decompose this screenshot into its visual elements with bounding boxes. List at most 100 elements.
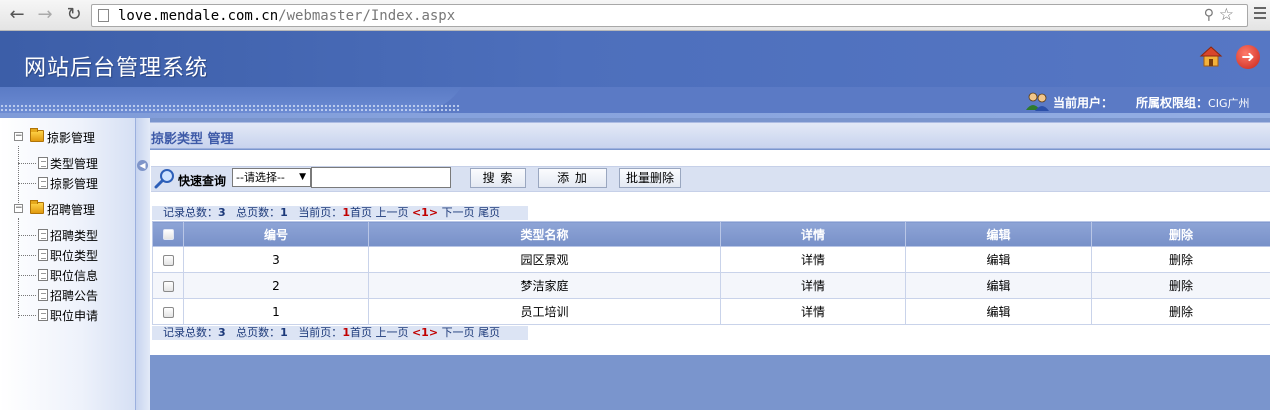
document-icon	[38, 289, 48, 301]
tree-line	[18, 218, 19, 318]
page-icon	[98, 9, 109, 22]
logout-icon[interactable]: ➜	[1236, 45, 1260, 69]
cell-id: 3	[183, 246, 369, 273]
pager-current: 1	[342, 326, 350, 339]
row-select-cell	[152, 298, 184, 325]
cell-name: 梦洁家庭	[368, 272, 721, 299]
sidebar-item-label: 类型管理	[50, 157, 99, 171]
url-path: /webmaster/Index.aspx	[278, 8, 456, 24]
pager-pages-label: 总页数：	[236, 326, 281, 339]
pager-page-link[interactable]: <1>	[412, 206, 438, 219]
sidebar-item-label: 掠影管理	[50, 177, 99, 191]
pager-pages-label: 总页数：	[236, 206, 281, 219]
row-checkbox[interactable]	[162, 254, 174, 266]
cell-name: 园区景观	[368, 246, 721, 273]
detail-link[interactable]: 详情	[720, 272, 906, 299]
cell-name: 员工培训	[368, 298, 721, 325]
detail-link[interactable]: 详情	[720, 246, 906, 273]
sidebar-item-label: 职位申请	[50, 309, 99, 323]
pager-next-link[interactable]: 下一页	[442, 206, 475, 219]
pager-current-label: 当前页：	[298, 206, 343, 219]
pager-pages: 1	[280, 206, 288, 219]
delete-link[interactable]: 删除	[1091, 298, 1270, 325]
home-icon[interactable]	[1199, 45, 1223, 69]
sidebar-item-label: 招聘公告	[50, 289, 99, 303]
key-icon[interactable]: ⚲	[1204, 7, 1214, 23]
row-select-cell	[152, 246, 184, 273]
table-header-row: 编号 类型名称 详情 编辑 删除	[152, 221, 1270, 247]
pager-prev-link[interactable]: 上一页	[375, 206, 408, 219]
quick-search-label: 快速查询	[178, 174, 227, 188]
column-header-detail: 详情	[720, 221, 906, 247]
pager-prev-link[interactable]: 上一页	[375, 326, 408, 339]
document-icon	[38, 177, 48, 189]
pager-first-link[interactable]: 首页	[350, 206, 372, 219]
magnifier-icon	[154, 169, 174, 189]
document-icon	[38, 157, 48, 169]
row-select-cell	[152, 272, 184, 299]
folder-icon	[30, 200, 44, 214]
table-row: 3 园区景观 详情 编辑 删除	[152, 246, 1270, 273]
pager-top: 记录总数：3 总页数：1 当前页：1首页 上一页 <1> 下一页 尾页	[152, 206, 528, 220]
sidebar-group-label: 掠影管理	[47, 131, 96, 145]
add-button[interactable]: 添 加	[538, 168, 607, 188]
url-text: love.mendale.com.cn/webmaster/Index.aspx	[118, 8, 455, 24]
column-header-id[interactable]: 编号	[183, 221, 369, 247]
sidebar-item-label: 职位类型	[50, 249, 99, 263]
permission-group-label: 所属权限组：	[1136, 96, 1209, 110]
table-row: 1 员工培训 详情 编辑 删除	[152, 298, 1270, 325]
url-host: love.mendale.com.cn	[118, 8, 279, 24]
sidebar-group-label: 招聘管理	[47, 203, 96, 217]
edit-link[interactable]: 编辑	[905, 272, 1092, 299]
pager-current-label: 当前页：	[298, 326, 343, 339]
menu-icon[interactable]	[1254, 7, 1266, 22]
delete-link[interactable]: 删除	[1091, 272, 1270, 299]
pager-first-link[interactable]: 首页	[350, 326, 372, 339]
edit-link[interactable]: 编辑	[905, 246, 1092, 273]
select-all-cell	[152, 221, 184, 247]
pager-total-label: 记录总数：	[163, 206, 218, 219]
batch-delete-button[interactable]: 批量删除	[619, 168, 681, 188]
column-header-delete: 删除	[1091, 221, 1270, 247]
app-title: 网站后台管理系统	[24, 56, 209, 81]
delete-link[interactable]: 删除	[1091, 246, 1270, 273]
panel-title: 掠影类型 管理	[151, 132, 234, 147]
forward-arrow-icon[interactable]: →	[34, 4, 56, 26]
document-icon	[38, 309, 48, 321]
pager-next-link[interactable]: 下一页	[442, 326, 475, 339]
data-table: 编号 类型名称 详情 编辑 删除 3 园区景观 详情 编辑 删除 2 梦洁家庭 …	[152, 221, 1270, 325]
address-bar[interactable]: love.mendale.com.cn/webmaster/Index.aspx…	[91, 4, 1248, 27]
search-field-select[interactable]: --请选择-- ▼	[232, 168, 311, 187]
pager-last-link[interactable]: 尾页	[478, 326, 500, 339]
collapse-icon[interactable]: −	[14, 132, 23, 141]
row-checkbox[interactable]	[162, 280, 174, 292]
permission-group-value: CIG广州	[1208, 97, 1250, 110]
back-arrow-icon[interactable]: ←	[6, 4, 28, 26]
sidebar-item-label: 职位信息	[50, 269, 99, 283]
star-icon[interactable]: ☆	[1219, 5, 1234, 25]
reload-icon[interactable]: ↻	[63, 4, 85, 26]
sidebar-splitter[interactable]: ◀	[136, 118, 150, 410]
row-checkbox[interactable]	[162, 306, 174, 318]
permission-group: 所属权限组：CIG广州	[1136, 94, 1249, 111]
pager-page-link[interactable]: <1>	[412, 326, 438, 339]
collapse-icon[interactable]: −	[14, 204, 23, 213]
collapse-sidebar-icon[interactable]: ◀	[137, 160, 148, 171]
pager-current: 1	[342, 206, 350, 219]
pager-last-link[interactable]: 尾页	[478, 206, 500, 219]
column-header-name[interactable]: 类型名称	[368, 221, 721, 247]
select-all-checkbox[interactable]	[162, 229, 174, 240]
pager-total: 3	[218, 326, 226, 339]
cell-id: 1	[183, 298, 369, 325]
search-button[interactable]: 搜 索	[470, 168, 526, 188]
search-input[interactable]	[311, 167, 451, 188]
edit-link[interactable]: 编辑	[905, 298, 1092, 325]
folder-icon	[30, 128, 44, 142]
detail-link[interactable]: 详情	[720, 298, 906, 325]
current-user-label: 当前用户：	[1053, 96, 1114, 110]
cell-id: 2	[183, 272, 369, 299]
pager-bottom: 记录总数：3 总页数：1 当前页：1首页 上一页 <1> 下一页 尾页	[152, 326, 528, 340]
sidebar-item-label: 招聘类型	[50, 229, 99, 243]
dropdown-arrow-icon: ▼	[299, 172, 306, 182]
pager-total: 3	[218, 206, 226, 219]
